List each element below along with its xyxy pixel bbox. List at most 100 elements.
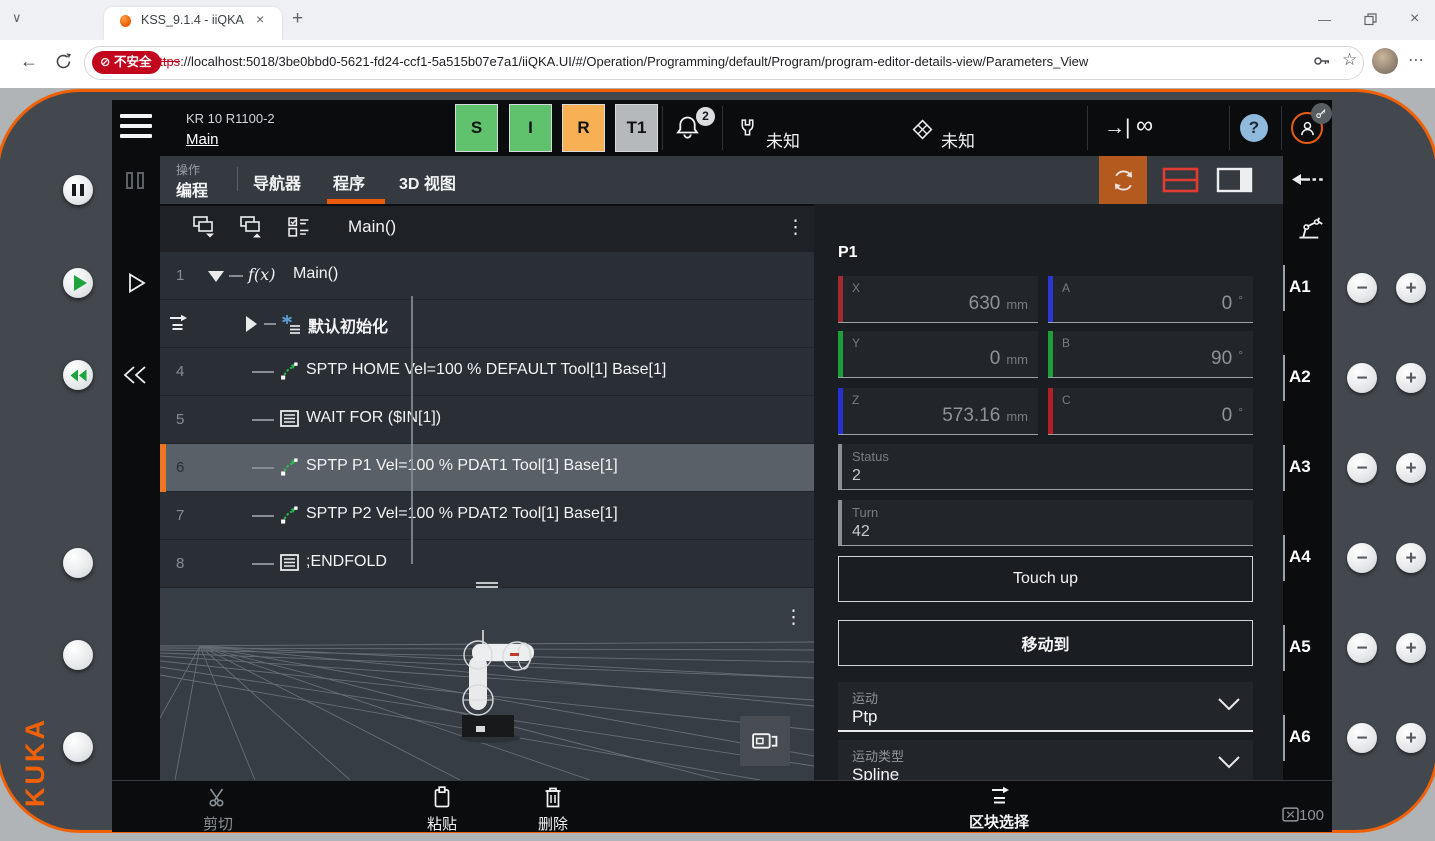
program-row[interactable]: 4 SPTP HOME Vel=100 % DEFAULT Tool[1] Ba…	[160, 348, 814, 396]
editor-menu-kebab-icon[interactable]: ⋮	[786, 216, 805, 239]
program-row[interactable]: 7 SPTP P2 Vel=100 % PDAT2 Tool[1] Base[1…	[160, 492, 814, 540]
security-badge-label: 不安全	[114, 55, 152, 69]
collapse-all-icon[interactable]	[240, 216, 264, 243]
status-button-t1[interactable]: T1	[615, 104, 658, 152]
editor-title: Main()	[348, 217, 396, 237]
axis-label-a6: A6	[1289, 727, 1311, 747]
window-restore-icon[interactable]	[1364, 13, 1377, 31]
splitter-handle[interactable]	[476, 582, 498, 584]
checklist-icon[interactable]	[288, 217, 310, 242]
fold-open-icon[interactable]	[208, 271, 224, 282]
no-entry-icon: ⊘	[100, 55, 110, 69]
main-menu-button[interactable]	[120, 114, 152, 140]
tab-close-icon[interactable]: ×	[256, 11, 264, 27]
jog-minus-a4[interactable]: −	[1347, 543, 1377, 573]
active-program-link[interactable]: Main	[186, 131, 219, 148]
jog-minus-a3[interactable]: −	[1347, 453, 1377, 483]
jog-minus-a1[interactable]: −	[1347, 273, 1377, 303]
browser-menu-icon[interactable]: ⋯	[1408, 50, 1425, 70]
motion-dropdown[interactable]: 运动 Ptp	[838, 682, 1253, 732]
field-b[interactable]: B 90°	[1048, 331, 1253, 378]
init-fold-icon	[281, 313, 302, 339]
jog-plus-a4[interactable]: +	[1396, 543, 1426, 573]
base-status-label[interactable]: 未知	[941, 127, 975, 152]
expand-all-icon[interactable]	[193, 216, 217, 243]
block-select-button[interactable]: 区块选择	[955, 786, 1043, 832]
field-label: Y	[852, 336, 860, 350]
tool-status-label[interactable]: 未知	[766, 127, 800, 152]
field-z[interactable]: Z 573.16mm	[838, 388, 1038, 435]
browser-reload-icon[interactable]	[54, 52, 73, 76]
pause-hard-button[interactable]	[63, 175, 93, 205]
program-row[interactable]: 默认初始化	[160, 300, 814, 348]
field-color-bar	[838, 388, 843, 434]
program-row[interactable]: 5 WAIT FOR ($IN[1])	[160, 396, 814, 444]
dropdown-value: Ptp	[852, 707, 878, 727]
field-label: A	[1062, 281, 1070, 295]
tab-search-chevron-icon[interactable]: ∨	[12, 10, 22, 26]
split-horizontal-icon[interactable]	[1162, 167, 1199, 198]
sync-button[interactable]	[1099, 156, 1147, 204]
panel-layout-icon[interactable]	[1216, 167, 1253, 198]
line-number: 5	[176, 411, 184, 428]
jog-minus-a6[interactable]: −	[1347, 723, 1377, 753]
status-button-r[interactable]: R	[562, 104, 605, 152]
camera-icon	[751, 730, 779, 753]
blank-hard-button[interactable]	[63, 732, 93, 762]
jog-plus-a5[interactable]: +	[1396, 633, 1426, 663]
jog-plus-a6[interactable]: +	[1396, 723, 1426, 753]
jog-minus-a2[interactable]: −	[1347, 363, 1377, 393]
kuka-logo: KUKA	[20, 672, 51, 807]
dropdown-value: Spline	[852, 765, 899, 780]
window-close-icon[interactable]: ×	[1410, 10, 1419, 28]
field-c[interactable]: C 0°	[1048, 388, 1253, 435]
new-tab-button[interactable]: +	[292, 8, 303, 30]
field-y[interactable]: Y 0mm	[838, 331, 1038, 378]
program-row-selected[interactable]: 6 SPTP P1 Vel=100 % PDAT1 Tool[1] Base[1…	[160, 444, 814, 492]
play-hard-button[interactable]	[63, 268, 93, 298]
axis-label-a5: A5	[1289, 637, 1311, 657]
jog-plus-a1[interactable]: +	[1396, 273, 1426, 303]
field-a[interactable]: A 0°	[1048, 276, 1253, 323]
camera-view-button[interactable]	[740, 716, 790, 766]
3d-viewport[interactable]: ⋮	[160, 588, 814, 780]
jog-minus-a5[interactable]: −	[1347, 633, 1377, 663]
hamburger-bar	[120, 114, 152, 118]
touch-up-button[interactable]: Touch up	[838, 556, 1253, 602]
status-button-s[interactable]: S	[455, 104, 498, 152]
delete-button[interactable]: 删除	[523, 786, 583, 834]
tab-navigator[interactable]: 导航器	[253, 170, 301, 194]
jog-plus-a3[interactable]: +	[1396, 453, 1426, 483]
blank-hard-button[interactable]	[63, 640, 93, 670]
tab-3d-view[interactable]: 3D 视图	[399, 170, 456, 194]
browser-profile-avatar[interactable]	[1372, 48, 1398, 74]
viewport-menu-kebab-icon[interactable]: ⋮	[784, 606, 803, 629]
field-turn[interactable]: Turn 42	[838, 500, 1253, 546]
blank-hard-button[interactable]	[63, 548, 93, 578]
cut-button[interactable]: 剪切	[188, 786, 248, 834]
fold-closed-icon[interactable]	[246, 316, 257, 332]
password-key-icon[interactable]	[1313, 52, 1331, 75]
paste-button[interactable]: 粘贴	[412, 786, 472, 834]
field-status[interactable]: Status 2	[838, 444, 1253, 490]
override-infinity-value[interactable]: ∞	[1136, 112, 1153, 140]
program-row[interactable]: 8 ;ENDFOLD	[160, 540, 814, 588]
browser-back-icon[interactable]: ←	[20, 51, 38, 72]
field-label: Z	[852, 393, 859, 407]
tab-program[interactable]: 程序	[333, 170, 365, 194]
collapse-panel-arrow-icon[interactable]	[1291, 172, 1325, 192]
jog-plus-a2[interactable]: +	[1396, 363, 1426, 393]
help-button[interactable]: ?	[1240, 114, 1268, 142]
point-details-panel: P1 X 630mm A 0° Y 0mm B 90° Z 573.	[814, 204, 1283, 780]
program-row[interactable]: 1 f(x) Main()	[160, 252, 814, 300]
favorite-star-icon[interactable]: ☆	[1342, 50, 1357, 70]
override-counter: 100	[1282, 807, 1324, 825]
status-button-i[interactable]: I	[509, 104, 552, 152]
field-value: 0°	[1222, 293, 1243, 315]
window-minimize-icon[interactable]: —	[1318, 12, 1331, 27]
motion-type-dropdown[interactable]: 运动类型 Spline	[838, 740, 1253, 780]
step-backward-hard-button[interactable]	[63, 360, 93, 390]
field-x[interactable]: X 630mm	[838, 276, 1038, 323]
move-to-button[interactable]: 移动到	[838, 620, 1253, 666]
robot-arm-icon[interactable]	[1295, 212, 1325, 247]
